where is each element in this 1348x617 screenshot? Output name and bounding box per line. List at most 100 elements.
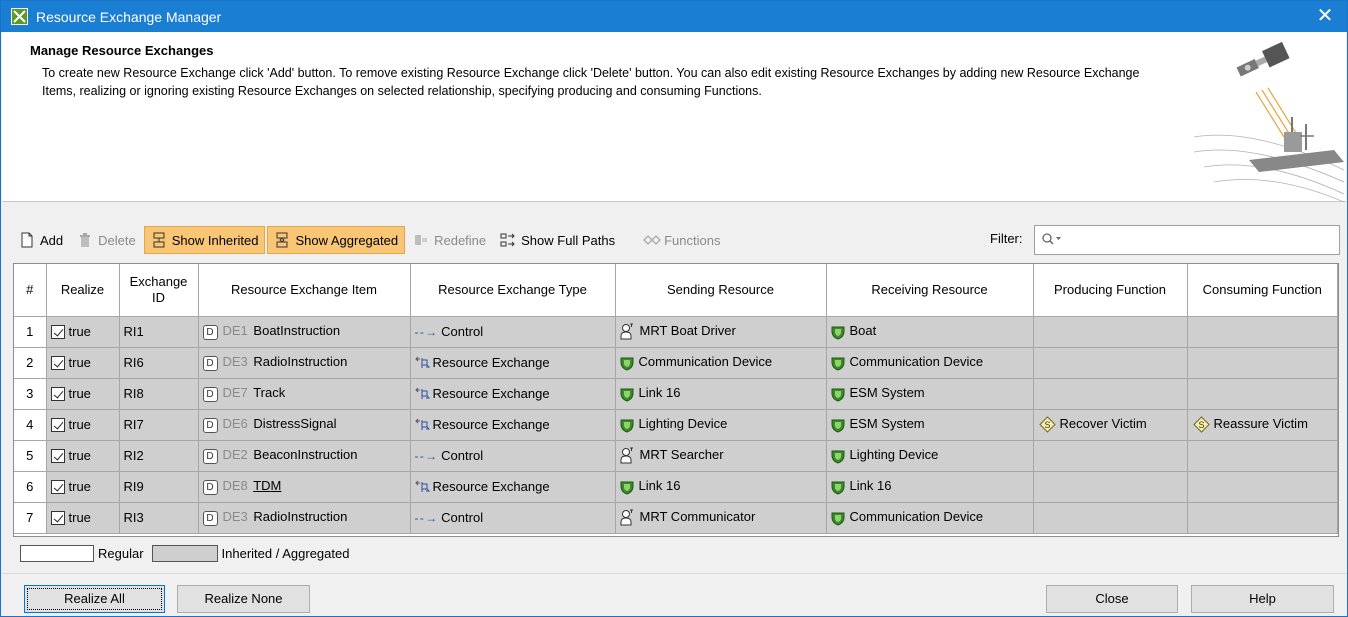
- exchange-id-cell[interactable]: RI9: [119, 471, 199, 503]
- consuming-function-cell[interactable]: [1187, 316, 1338, 348]
- resource-exchange-type-cell[interactable]: Resource Exchange: [410, 409, 616, 441]
- producing-function-cell[interactable]: [1033, 347, 1188, 379]
- realize-checkbox[interactable]: [50, 480, 65, 495]
- exchange-id-cell[interactable]: RI7: [119, 409, 199, 441]
- sending-resource-cell[interactable]: MRT Searcher: [615, 440, 827, 472]
- resource-exchange-type-cell[interactable]: - - → Control: [410, 502, 616, 534]
- realize-cell[interactable]: true: [46, 440, 120, 472]
- resource-exchange-type-cell[interactable]: Resource Exchange: [410, 471, 616, 503]
- realize-checkbox[interactable]: [50, 387, 65, 402]
- exchange-id-cell[interactable]: RI1: [119, 316, 199, 348]
- realize-cell[interactable]: true: [46, 316, 120, 348]
- functions-button[interactable]: Functions: [637, 226, 726, 254]
- table-row[interactable]: 5 true RI2 D DE2 BeaconInstruction - - → Contr…: [14, 440, 1338, 472]
- column-header[interactable]: Realize: [46, 264, 120, 317]
- help-button[interactable]: Help: [1191, 585, 1334, 613]
- producing-function-cell[interactable]: [1033, 440, 1188, 472]
- sending-resource-cell[interactable]: MRT Boat Driver: [615, 316, 827, 348]
- sending-resource-cell[interactable]: Communication Device: [615, 347, 827, 379]
- resource-exchange-item-cell[interactable]: D DE2 BeaconInstruction: [198, 440, 411, 472]
- realize-all-button[interactable]: Realize All: [24, 585, 165, 613]
- consuming-function-cell[interactable]: S Reassure Victim: [1187, 409, 1338, 441]
- realize-cell[interactable]: true: [46, 409, 120, 441]
- resource-exchange-item-cell[interactable]: D DE1 BoatInstruction: [198, 316, 411, 348]
- column-header[interactable]: #: [14, 264, 47, 317]
- row-number-cell[interactable]: 6: [14, 471, 47, 503]
- realize-checkbox[interactable]: [50, 511, 65, 526]
- producing-function-cell[interactable]: [1033, 471, 1188, 503]
- receiving-resource-cell[interactable]: Communication Device: [826, 502, 1034, 534]
- consuming-function-cell[interactable]: [1187, 378, 1338, 410]
- close-icon[interactable]: ✕: [1313, 5, 1337, 27]
- realize-checkbox[interactable]: [50, 356, 65, 371]
- realize-checkbox[interactable]: [50, 418, 65, 433]
- producing-function-cell[interactable]: [1033, 502, 1188, 534]
- receiving-resource-cell[interactable]: Boat: [826, 316, 1034, 348]
- realize-cell[interactable]: true: [46, 502, 120, 534]
- sending-resource-cell[interactable]: Link 16: [615, 471, 827, 503]
- realize-none-button[interactable]: Realize None: [177, 585, 310, 613]
- realize-checkbox[interactable]: [50, 449, 65, 464]
- table-row[interactable]: 2 true RI6 D DE3 RadioInstruction Resource Ex…: [14, 347, 1338, 379]
- realize-checkbox[interactable]: [50, 325, 65, 340]
- delete-button[interactable]: Delete: [71, 226, 142, 254]
- resource-exchange-type-cell[interactable]: Resource Exchange: [410, 347, 616, 379]
- show-inherited-toggle[interactable]: Show Inherited: [143, 226, 266, 254]
- column-header[interactable]: Receiving Resource: [826, 264, 1034, 317]
- receiving-resource-cell[interactable]: ESM System: [826, 378, 1034, 410]
- show-full-paths-button[interactable]: Show Full Paths: [494, 226, 621, 254]
- resource-exchange-item-cell[interactable]: D DE3 RadioInstruction: [198, 502, 411, 534]
- consuming-function-cell[interactable]: [1187, 440, 1338, 472]
- row-number-cell[interactable]: 7: [14, 502, 47, 534]
- row-number-cell[interactable]: 4: [14, 409, 47, 441]
- table-row[interactable]: 6 true RI9 D DE8 TDM Resource Exchange Link 16…: [14, 471, 1338, 503]
- add-button[interactable]: Add: [13, 226, 69, 254]
- table-row[interactable]: 1 true RI1 D DE1 BoatInstruction - - → Control…: [14, 316, 1338, 348]
- producing-function-cell[interactable]: [1033, 378, 1188, 410]
- receiving-resource-cell[interactable]: Link 16: [826, 471, 1034, 503]
- consuming-function-cell[interactable]: [1187, 471, 1338, 503]
- column-header[interactable]: Producing Function: [1033, 264, 1188, 317]
- column-header[interactable]: Resource Exchange Item: [198, 264, 411, 317]
- row-number-cell[interactable]: 5: [14, 440, 47, 472]
- resource-exchange-type-cell[interactable]: Resource Exchange: [410, 378, 616, 410]
- sending-resource-cell[interactable]: Lighting Device: [615, 409, 827, 441]
- sending-resource-cell[interactable]: Link 16: [615, 378, 827, 410]
- table-row[interactable]: 4 true RI7 D DE6 DistressSignal Resource Exch…: [14, 409, 1338, 441]
- exchange-id-cell[interactable]: RI8: [119, 378, 199, 410]
- exchange-id-cell[interactable]: RI6: [119, 347, 199, 379]
- column-header[interactable]: Exchange ID: [119, 264, 199, 317]
- row-number-cell[interactable]: 1: [14, 316, 47, 348]
- resource-exchange-type-cell[interactable]: - - → Control: [410, 440, 616, 472]
- aggregated-icon: [274, 232, 290, 248]
- redefine-button[interactable]: Redefine: [407, 226, 492, 254]
- filter-input[interactable]: [1034, 225, 1340, 255]
- resource-exchange-item-cell[interactable]: D DE8 TDM: [198, 471, 411, 503]
- show-aggregated-toggle[interactable]: Show Aggregated: [267, 226, 406, 254]
- resource-exchange-type-cell[interactable]: - - → Control: [410, 316, 616, 348]
- receiving-resource-cell[interactable]: Lighting Device: [826, 440, 1034, 472]
- column-header[interactable]: Resource Exchange Type: [410, 264, 616, 317]
- column-header[interactable]: Consuming Function: [1187, 264, 1338, 317]
- exchange-id-cell[interactable]: RI2: [119, 440, 199, 472]
- table-row[interactable]: 3 true RI8 D DE7 Track Resource Exchange Link …: [14, 378, 1338, 410]
- resource-exchange-item-cell[interactable]: D DE7 Track: [198, 378, 411, 410]
- receiving-resource-cell[interactable]: ESM System: [826, 409, 1034, 441]
- realize-cell[interactable]: true: [46, 471, 120, 503]
- receiving-resource-cell[interactable]: Communication Device: [826, 347, 1034, 379]
- table-row[interactable]: 7 true RI3 D DE3 RadioInstruction - - → Contro…: [14, 502, 1338, 534]
- column-header[interactable]: Sending Resource: [615, 264, 827, 317]
- resource-exchange-item-cell[interactable]: D DE3 RadioInstruction: [198, 347, 411, 379]
- realize-cell[interactable]: true: [46, 347, 120, 379]
- producing-function-cell[interactable]: [1033, 316, 1188, 348]
- sending-resource-cell[interactable]: MRT Communicator: [615, 502, 827, 534]
- realize-cell[interactable]: true: [46, 378, 120, 410]
- consuming-function-cell[interactable]: [1187, 502, 1338, 534]
- row-number-cell[interactable]: 2: [14, 347, 47, 379]
- consuming-function-cell[interactable]: [1187, 347, 1338, 379]
- exchange-id-cell[interactable]: RI3: [119, 502, 199, 534]
- resource-exchange-item-cell[interactable]: D DE6 DistressSignal: [198, 409, 411, 441]
- row-number-cell[interactable]: 3: [14, 378, 47, 410]
- producing-function-cell[interactable]: S Recover Victim: [1033, 409, 1188, 441]
- close-button[interactable]: Close: [1046, 585, 1178, 613]
